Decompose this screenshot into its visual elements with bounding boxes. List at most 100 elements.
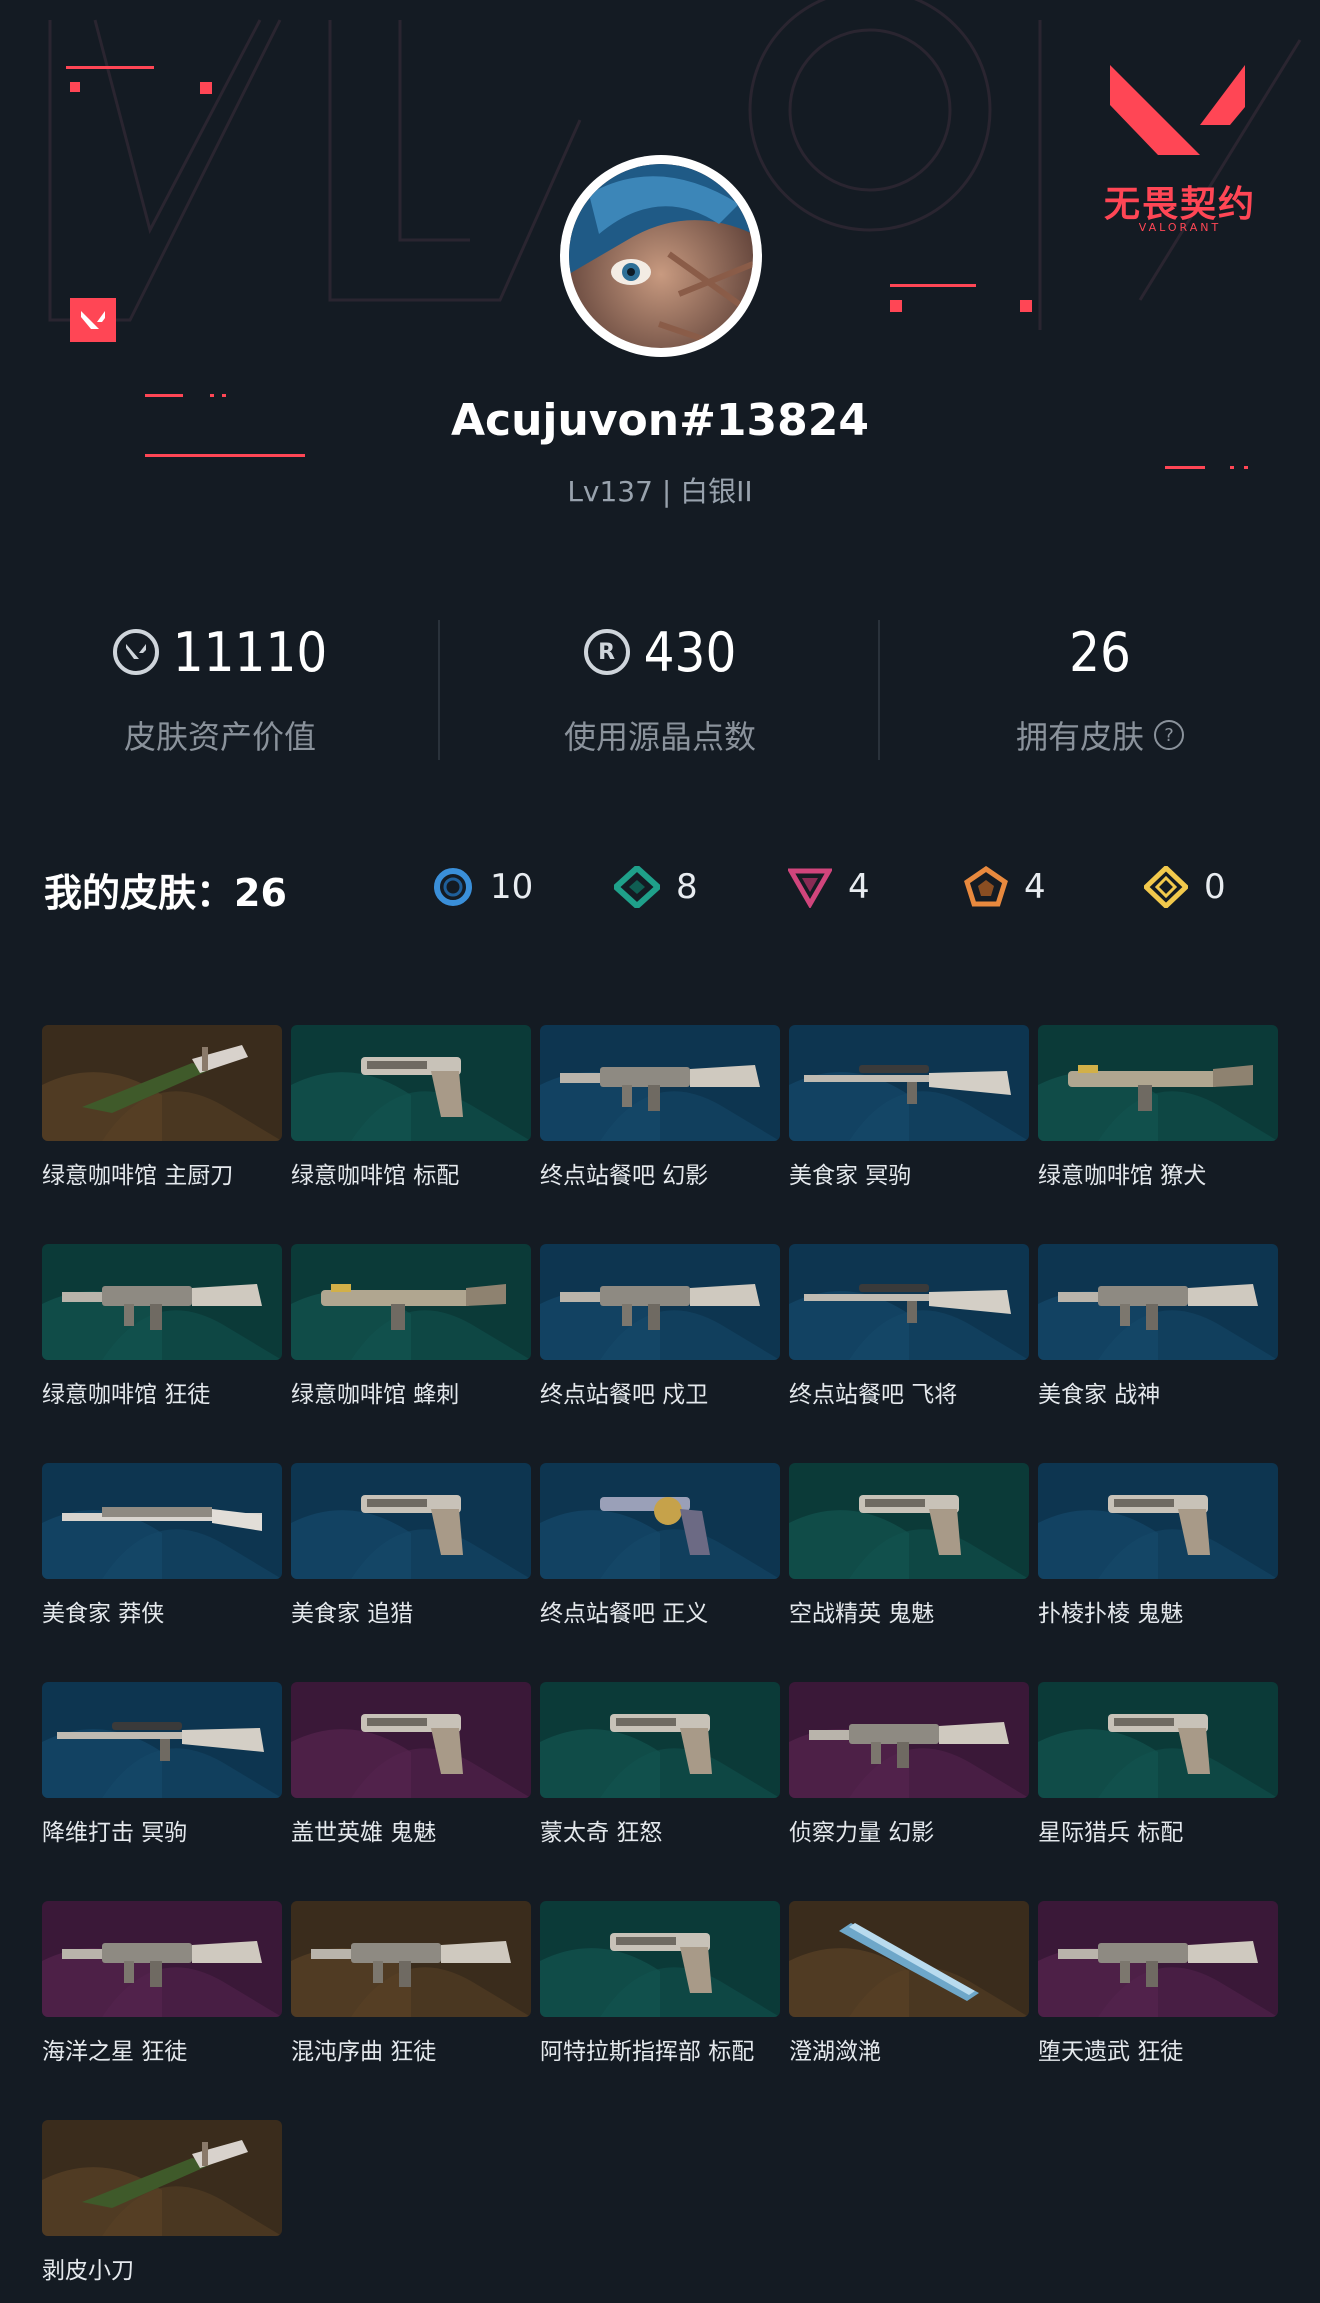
tier-exclusive[interactable]: 4 <box>964 866 1046 908</box>
skin-card[interactable]: 降维打击 冥驹 <box>42 1682 282 1847</box>
skin-thumbnail <box>291 1901 531 2017</box>
skin-thumbnail <box>1038 1463 1278 1579</box>
username: Acujuvon#13824 <box>450 395 870 446</box>
valorant-badge-icon <box>70 298 116 342</box>
tier-select[interactable]: 10 <box>432 866 533 908</box>
stat-value: 11110 <box>172 620 328 684</box>
skin-thumbnail <box>291 1463 531 1579</box>
weapon-icon <box>42 1682 282 1798</box>
skin-thumbnail <box>789 1901 1029 2017</box>
skin-card[interactable]: 终点站餐吧 正义 <box>540 1463 780 1628</box>
skin-thumbnail <box>540 1463 780 1579</box>
weapon-icon <box>291 1682 531 1798</box>
skin-name: 绿意咖啡馆 主厨刀 <box>42 1163 234 1189</box>
radianite-icon: R <box>583 629 630 675</box>
weapon-icon <box>42 2120 282 2236</box>
skin-thumbnail <box>540 1244 780 1360</box>
skin-card[interactable]: 终点站餐吧 幻影 <box>540 1025 780 1190</box>
stat-label: 使用源晶点数 <box>563 718 756 756</box>
skin-card[interactable]: 蒙太奇 狂怒 <box>540 1682 780 1847</box>
skin-thumbnail <box>291 1244 531 1360</box>
skin-thumbnail <box>1038 1025 1278 1141</box>
skin-thumbnail <box>540 1682 780 1798</box>
skin-name: 阿特拉斯指挥部 标配 <box>540 2039 755 2065</box>
skin-card[interactable]: 美食家 战神 <box>1038 1244 1278 1409</box>
skin-name: 混沌序曲 狂徒 <box>291 2039 437 2065</box>
weapon-icon <box>291 1025 531 1141</box>
skin-name: 侦察力量 幻影 <box>789 1820 935 1846</box>
skin-card[interactable]: 澄湖潋滟 <box>789 1901 1029 2066</box>
skin-name: 星际猎兵 标配 <box>1038 1820 1184 1846</box>
weapon-icon <box>42 1463 282 1579</box>
skin-thumbnail <box>291 1682 531 1798</box>
my-skins-count: 26 <box>234 871 287 915</box>
weapon-icon <box>789 1682 1029 1798</box>
skin-card[interactable]: 绿意咖啡馆 狂徒 <box>42 1244 282 1409</box>
skin-card[interactable]: 绿意咖啡馆 蜂刺 <box>291 1244 531 1409</box>
skin-name: 终点站餐吧 正义 <box>540 1601 709 1627</box>
ultra-tier-icon <box>1144 866 1188 908</box>
weapon-icon <box>1038 1025 1278 1141</box>
skin-thumbnail <box>42 1463 282 1579</box>
weapon-icon <box>1038 1463 1278 1579</box>
skin-name: 澄湖潋滟 <box>789 2039 881 2065</box>
skin-card[interactable]: 扑棱扑棱 鬼魅 <box>1038 1463 1278 1628</box>
weapon-icon <box>540 1901 780 2017</box>
skin-card[interactable]: 侦察力量 幻影 <box>789 1682 1029 1847</box>
stat-owned-skins: 26 拥有皮肤 ? <box>880 612 1320 758</box>
stat-value: 430 <box>643 620 737 684</box>
skin-card[interactable]: 盖世英雄 鬼魅 <box>291 1682 531 1847</box>
skin-name: 扑棱扑棱 鬼魅 <box>1038 1601 1184 1627</box>
weapon-icon <box>540 1682 780 1798</box>
skin-card[interactable]: 海洋之星 狂徒 <box>42 1901 282 2066</box>
weapon-icon <box>789 1463 1029 1579</box>
skin-name: 美食家 莽侠 <box>42 1601 165 1627</box>
skin-card[interactable]: 美食家 追猎 <box>291 1463 531 1628</box>
skin-card[interactable]: 绿意咖啡馆 獠犬 <box>1038 1025 1278 1190</box>
weapon-icon <box>291 1901 531 2017</box>
stat-label: 拥有皮肤 <box>1015 718 1144 756</box>
skin-card[interactable]: 空战精英 鬼魅 <box>789 1463 1029 1628</box>
tier-deluxe[interactable]: 8 <box>614 866 698 908</box>
skin-name: 美食家 追猎 <box>291 1601 414 1627</box>
skin-card[interactable]: 绿意咖啡馆 标配 <box>291 1025 531 1190</box>
skin-card[interactable]: 终点站餐吧 飞将 <box>789 1244 1029 1409</box>
tier-count: 4 <box>848 867 870 907</box>
tier-count: 0 <box>1204 867 1226 907</box>
skin-name: 蒙太奇 狂怒 <box>540 1820 663 1846</box>
weapon-icon <box>42 1025 282 1141</box>
skin-card[interactable]: 绿意咖啡馆 主厨刀 <box>42 1025 282 1190</box>
skin-name: 终点站餐吧 戍卫 <box>540 1382 709 1408</box>
skin-thumbnail <box>789 1682 1029 1798</box>
skin-thumbnail <box>42 1244 282 1360</box>
skin-card[interactable]: 美食家 冥驹 <box>789 1025 1029 1190</box>
tier-count: 4 <box>1024 867 1046 907</box>
skin-thumbnail <box>1038 1682 1278 1798</box>
skin-card[interactable]: 混沌序曲 狂徒 <box>291 1901 531 2066</box>
stat-radianite: R 430 使用源晶点数 <box>440 612 880 758</box>
skin-thumbnail <box>42 1901 282 2017</box>
weapon-icon <box>540 1244 780 1360</box>
skin-card[interactable]: 剥皮小刀 <box>42 2120 282 2285</box>
skin-thumbnail <box>291 1025 531 1141</box>
skin-name: 美食家 冥驹 <box>789 1163 912 1189</box>
weapon-icon <box>291 1244 531 1360</box>
skin-name: 绿意咖啡馆 标配 <box>291 1163 460 1189</box>
skin-card[interactable]: 星际猎兵 标配 <box>1038 1682 1278 1847</box>
skin-name: 海洋之星 狂徒 <box>42 2039 188 2065</box>
weapon-icon <box>789 1244 1029 1360</box>
tier-count: 10 <box>490 867 534 907</box>
skin-card[interactable]: 终点站餐吧 戍卫 <box>540 1244 780 1409</box>
avatar[interactable] <box>560 155 762 357</box>
tier-ultra[interactable]: 0 <box>1144 866 1226 908</box>
skin-thumbnail <box>540 1901 780 2017</box>
my-skins-heading: 我的皮肤：26 <box>44 862 287 917</box>
tier-premium[interactable]: 4 <box>788 866 870 908</box>
skin-name: 空战精英 鬼魅 <box>789 1601 935 1627</box>
skin-card[interactable]: 美食家 莽侠 <box>42 1463 282 1628</box>
help-icon[interactable]: ? <box>1154 720 1184 750</box>
skin-card[interactable]: 阿特拉斯指挥部 标配 <box>540 1901 780 2066</box>
avatar-image <box>569 164 753 348</box>
skin-card[interactable]: 堕天遗武 狂徒 <box>1038 1901 1278 2066</box>
tier-count: 8 <box>676 867 698 907</box>
